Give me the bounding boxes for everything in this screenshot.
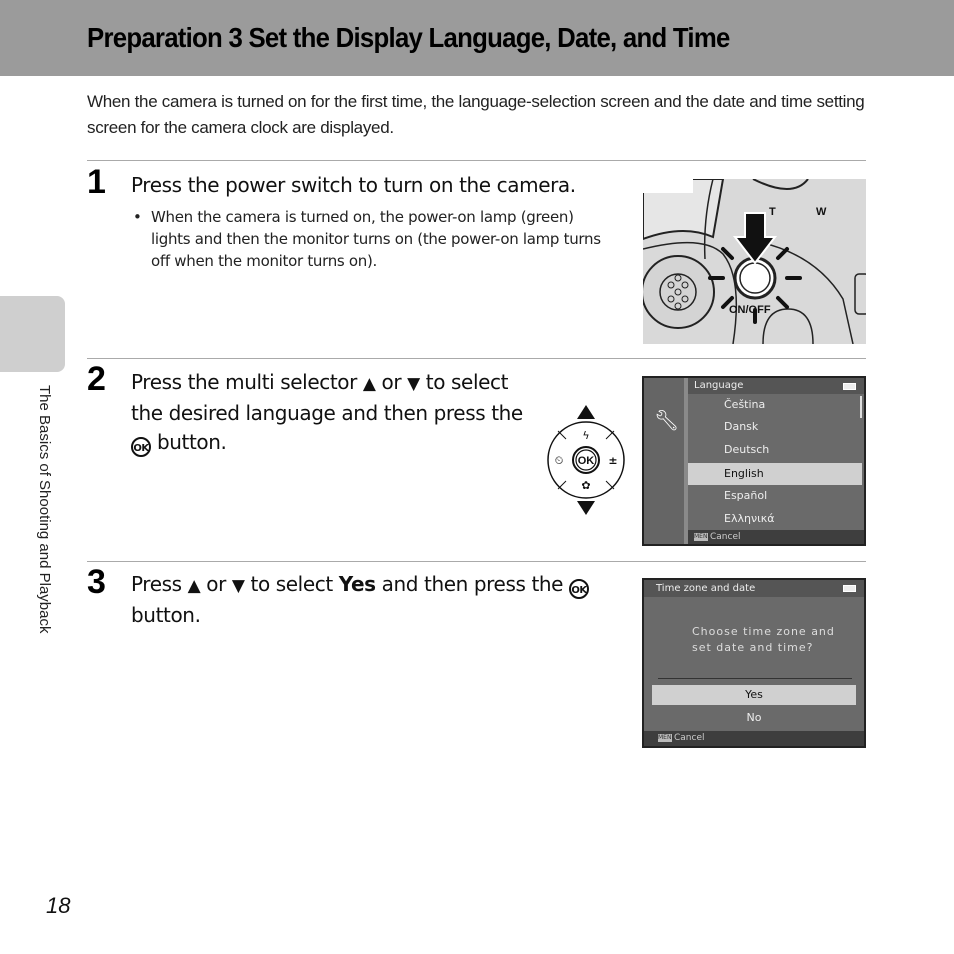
menu-button-icon: MENU [694,532,712,541]
camera-power-illustration: T W ON/OFF [643,179,866,344]
battery-icon [843,383,856,390]
divider [87,160,866,161]
wrench-icon: 🔧︎ [654,408,680,432]
macro-icon: ✿ [581,479,590,492]
flash-icon: ϟ [582,429,589,442]
up-arrow-icon: ▲ [187,576,201,596]
screen-title: Time zone and date [644,580,864,597]
divider [87,358,866,359]
screen-footer: MENUCancel [644,731,864,746]
power-switch-label: ON/OFF [729,304,771,316]
language-item[interactable]: Español [688,485,862,507]
menu-button-icon: MENU [658,733,676,742]
time-zone-screen: Time zone and date Choose time zone and s… [642,578,866,748]
step-number: 3 [87,563,106,601]
self-timer-icon: ⏲ [555,454,564,467]
option-yes[interactable]: Yes [652,685,856,705]
step-title: Press the power switch to turn on the ca… [131,173,576,197]
ok-button-icon: OK [569,579,590,599]
divider [658,678,852,679]
page-title: Preparation 3 Set the Display Language, … [87,22,730,53]
divider [87,561,866,562]
language-screen: 🔧︎ Language Čeština Dansk Deutsch Englis… [642,376,866,546]
up-arrow-icon: ▲ [362,374,376,394]
battery-icon [843,585,856,592]
down-arrow-icon: ▼ [231,576,245,596]
step-number: 1 [87,163,106,201]
page-header: Preparation 3 Set the Display Language, … [0,0,954,76]
language-item[interactable]: Čeština [688,394,862,416]
language-item[interactable]: Ελληνικά [688,508,862,530]
option-no[interactable]: No [652,708,856,728]
language-item-selected[interactable]: English [688,463,862,485]
step-title: Press the multi selector ▲ or ▼ to selec… [131,368,531,457]
screen-footer: MENUCancel [688,530,864,544]
zoom-tele-label: T [769,206,776,218]
screen-question: Choose time zone and set date and time? [692,625,835,654]
zoom-wide-label: W [816,206,827,218]
step-number: 2 [87,360,106,398]
down-arrow-icon: ▼ [407,374,420,394]
screen-title: Language [688,378,864,394]
chapter-tab [0,296,65,372]
bullet-icon: • [133,208,142,226]
intro-paragraph: When the camera is turned on for the fir… [87,92,865,137]
ok-button-icon: OK [131,437,151,457]
page-number: 18 [46,893,71,918]
language-item[interactable]: Deutsch [688,439,862,461]
chapter-label: The Basics of Shooting and Playback [36,385,53,634]
step-bullet: • When the camera is turned on, the powe… [133,208,601,270]
multi-selector-illustration: OK ϟ ⏲ ± ✿ [540,403,632,517]
language-item[interactable]: Dansk [688,416,862,438]
ok-label: OK [578,455,595,467]
step-title: Press ▲ or ▼ to select Yes and then pres… [131,570,621,630]
exposure-comp-icon: ± [608,454,617,467]
